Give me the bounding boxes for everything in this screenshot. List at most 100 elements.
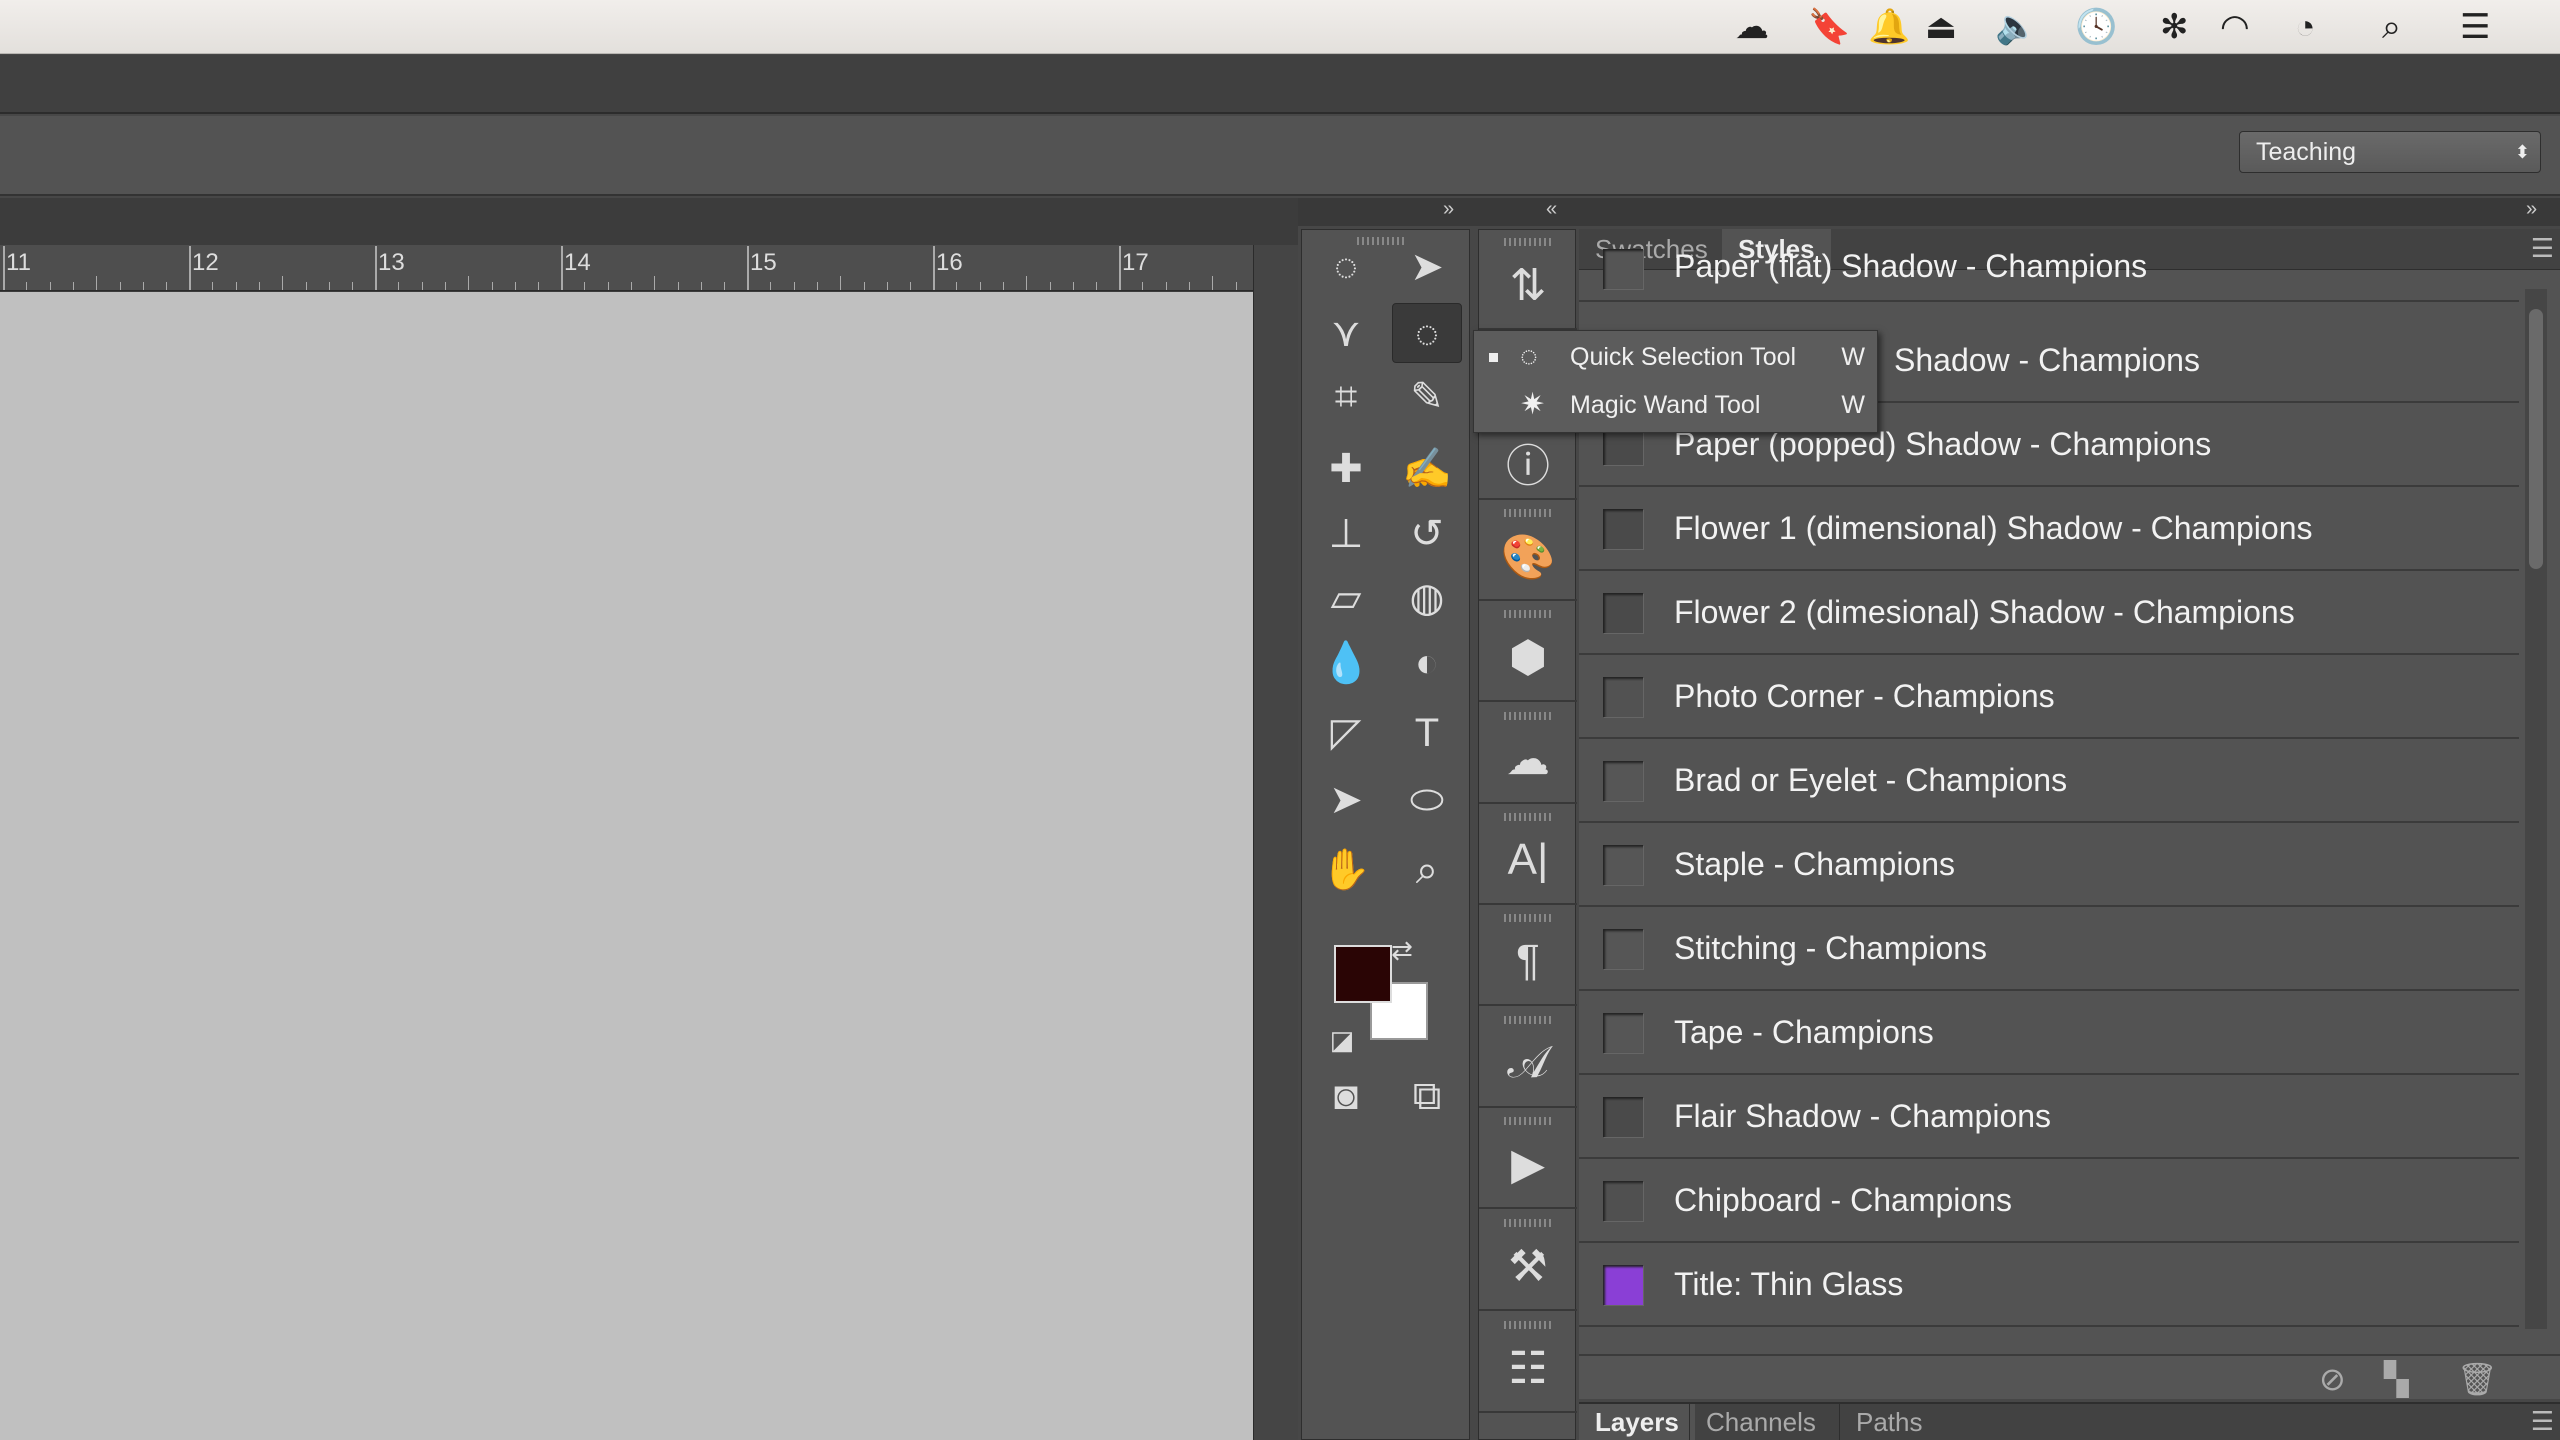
styles-scroll-thumb[interactable] <box>2529 309 2543 569</box>
paragraph-panel-button[interactable]: ¶ <box>1479 906 1577 1006</box>
type-icon[interactable]: T <box>1392 703 1462 763</box>
quick-selection-icon[interactable]: ◌ <box>1392 303 1462 363</box>
healing-brush-icon[interactable]: ✚ <box>1311 439 1381 499</box>
style-item[interactable]: Photo Corner - Champions <box>1579 655 2519 739</box>
document-scrollbar[interactable] <box>1253 245 1298 1440</box>
tab-layers[interactable]: Layers <box>1579 1404 1695 1440</box>
menu-item-magic-wand-tool[interactable]: ✷ Magic Wand Tool W <box>1474 381 1879 429</box>
move-tool-icon[interactable]: ➤ <box>1392 237 1462 297</box>
eraser-icon[interactable]: ▱ <box>1311 568 1381 628</box>
ruler-tick <box>282 276 284 290</box>
expand-panels-icon[interactable]: « <box>1546 198 1557 221</box>
tab-paths[interactable]: Paths <box>1839 1404 1939 1440</box>
style-item[interactable]: Flower 2 (dimesional) Shadow - Champions <box>1579 571 2519 655</box>
style-item[interactable]: Brad or Eyelet - Champions <box>1579 739 2519 823</box>
ruler-tick <box>328 282 330 290</box>
tab-channels[interactable]: Channels <box>1689 1404 1832 1440</box>
polygonal-lasso-icon[interactable]: ⋎ <box>1311 303 1381 363</box>
tool-presets-panel-button[interactable]: ⚒ <box>1479 1211 1577 1311</box>
creative-cloud-icon[interactable]: ☁ <box>1735 8 1769 46</box>
style-label: Tape - Champions <box>1674 1014 1934 1050</box>
panel-grip[interactable] <box>1504 1117 1552 1125</box>
style-item[interactable]: Chipboard - Champions <box>1579 1159 2519 1243</box>
screen-mode-icon[interactable]: ⧉ <box>1392 1066 1462 1126</box>
properties-panel-button[interactable]: ☷ <box>1479 1313 1577 1413</box>
hand-icon[interactable]: ✋ <box>1311 840 1381 900</box>
eyedropper-icon[interactable]: ✎ <box>1392 367 1462 427</box>
airplay-icon[interactable]: ⏏ <box>1925 8 1957 46</box>
wifi-icon[interactable]: ◠ <box>2220 8 2250 46</box>
history-brush-icon[interactable]: ↺ <box>1392 504 1462 564</box>
color-palette-panel-button[interactable]: 🎨 <box>1479 501 1577 601</box>
collapse-panels-icon[interactable]: » <box>2526 198 2537 221</box>
zoom-icon[interactable]: ⌕ <box>1392 840 1462 900</box>
panel-grip[interactable] <box>1504 1321 1552 1329</box>
panel-grip[interactable] <box>1504 1016 1552 1024</box>
delete-style-icon[interactable]: 🗑 <box>2457 1360 2498 1398</box>
ruler-tick <box>119 282 121 290</box>
history-icon: ⇅ <box>1509 261 1547 310</box>
canvas[interactable] <box>0 292 1253 1440</box>
paint-bucket-icon[interactable]: ◍ <box>1392 568 1462 628</box>
ellipse-marquee-icon[interactable]: ◌ <box>1311 237 1381 297</box>
notification-center-icon[interactable]: ☰ <box>2460 8 2490 46</box>
style-item[interactable]: Staple - Champions <box>1579 823 2519 907</box>
crop-icon[interactable]: ⌗ <box>1311 367 1381 427</box>
panel-grip[interactable] <box>1504 813 1552 821</box>
3d-panel-button[interactable]: ⬢ <box>1479 602 1577 702</box>
clone-stamp-icon[interactable]: ⊥ <box>1311 504 1381 564</box>
style-item[interactable]: Title: Thin Glass <box>1579 1243 2519 1327</box>
dodge-icon[interactable]: ◐ <box>1392 633 1462 693</box>
path-selection-icon[interactable]: ➤ <box>1311 770 1381 830</box>
style-label: Paper (flat) Shadow - Champions <box>1674 248 2148 284</box>
style-swatch <box>1603 1013 1643 1053</box>
ellipse-shape-icon[interactable]: ⬭ <box>1392 770 1462 830</box>
style-item[interactable]: Tape - Champions <box>1579 991 2519 1075</box>
panel-grip[interactable] <box>1504 1219 1552 1227</box>
bluetooth-icon[interactable]: ✻ <box>2160 8 2189 46</box>
default-colors-icon[interactable]: ◪ <box>1322 1020 1362 1060</box>
spotlight-search-icon[interactable]: ⌕ <box>2382 8 2401 46</box>
blur-icon[interactable]: 💧 <box>1311 633 1381 693</box>
ruler-tick <box>1235 282 1237 290</box>
foreground-color-swatch[interactable] <box>1334 945 1392 1003</box>
actions-panel-button[interactable]: ▶ <box>1479 1109 1577 1209</box>
panel-menu-icon[interactable]: ☰ <box>2531 1406 2554 1437</box>
style-item[interactable]: Stitching - Champions <box>1579 907 2519 991</box>
style-item[interactable]: Paper (flat) Shadow - Champions <box>1579 248 2519 302</box>
character-icon: A| <box>1507 835 1549 884</box>
ruler-tick <box>421 282 423 290</box>
glyphs-icon: 𝒜 <box>1507 1038 1549 1087</box>
pen-icon[interactable]: ◸ <box>1311 703 1381 763</box>
history-panel-button[interactable]: ⇅ <box>1479 230 1577 330</box>
style-label: Shadow - Champions <box>1894 342 2200 378</box>
brush-icon[interactable]: ✍ <box>1392 439 1462 499</box>
style-item[interactable]: Flower 1 (dimensional) Shadow - Champion… <box>1579 487 2519 571</box>
panel-grip[interactable] <box>1504 238 1552 246</box>
ruler-tick <box>816 282 818 290</box>
character-panel-button[interactable]: A| <box>1479 805 1577 905</box>
panel-menu-icon[interactable]: ☰ <box>2531 233 2554 264</box>
clock-icon[interactable]: ◔ <box>2295 8 2316 46</box>
bookmark-icon[interactable]: 🔖 <box>1808 8 1850 46</box>
new-style-icon[interactable]: ▚ <box>2384 1360 2409 1398</box>
panel-grip[interactable] <box>1504 509 1552 517</box>
notification-icon[interactable]: 🔔 <box>1868 8 1910 46</box>
glyphs-panel-button[interactable]: 𝒜 <box>1479 1008 1577 1108</box>
menu-item-quick-selection-tool[interactable]: ◌ Quick Selection Tool W <box>1474 333 1879 381</box>
ruler-tick <box>189 246 191 290</box>
panel-grip[interactable] <box>1504 712 1552 720</box>
volume-icon[interactable]: 🔈 <box>1995 8 2037 46</box>
workspace-switcher[interactable]: Teaching ⬍ <box>2239 131 2541 173</box>
panel-grip[interactable] <box>1504 610 1552 618</box>
quick-mask-icon[interactable]: ◙ <box>1311 1066 1381 1126</box>
ruler-tick <box>444 282 446 290</box>
collapse-toolbar-icon[interactable]: » <box>1443 198 1454 221</box>
panel-grip[interactable] <box>1504 914 1552 922</box>
ruler-label: 14 <box>564 249 591 276</box>
clear-style-icon[interactable]: ⊘ <box>2319 1360 2346 1398</box>
time-machine-icon[interactable]: 🕓 <box>2075 8 2117 46</box>
ruler-tick <box>26 282 28 290</box>
libraries-panel-button[interactable]: ☁ <box>1479 704 1577 804</box>
style-item[interactable]: Flair Shadow - Champions <box>1579 1075 2519 1159</box>
